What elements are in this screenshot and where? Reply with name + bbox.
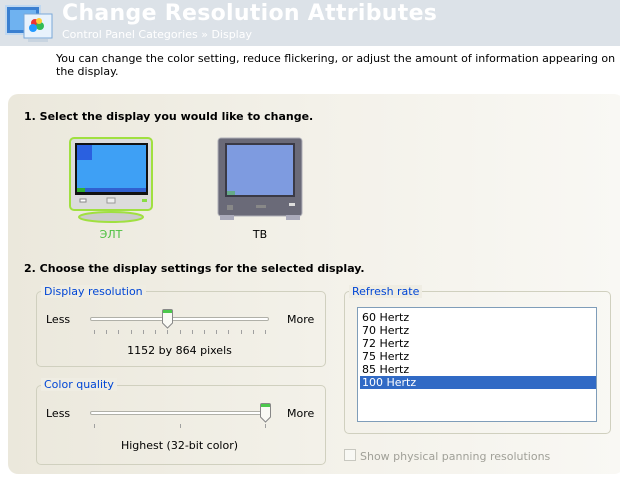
display-tv[interactable] [217,137,303,223]
color-value: Highest (32-bit color) [120,439,239,452]
page-description: You can change the color setting, reduce… [56,52,616,78]
resolution-more-label: More [287,313,315,326]
section1-heading: 1. Select the display you would like to … [24,110,314,123]
slider-tick [240,330,242,334]
header-banner: Change Resolution Attributes Control Pan… [0,0,620,46]
refresh-rate-legend: Refresh rate [349,285,423,298]
slider-tick [167,330,169,334]
display-crt[interactable] [68,137,154,223]
slider-tick [265,330,266,334]
page-title: Change Resolution Attributes [62,1,438,26]
refresh-rate-item[interactable]: 85 Hertz [360,363,596,376]
color-slider-thumb[interactable] [260,403,271,423]
slider-tick [179,424,181,428]
crt-monitor-icon [69,137,153,223]
refresh-rate-item[interactable]: 72 Hertz [360,337,596,350]
panning-checkbox[interactable] [344,449,356,461]
resolution-less-label: Less [46,313,71,326]
resolution-slider-thumb[interactable] [162,309,174,329]
color-more-label: More [287,407,315,420]
section2-heading: 2. Choose the display settings for the s… [24,262,365,275]
color-slider[interactable] [90,411,269,415]
refresh-rate-item[interactable]: 75 Hertz [360,350,596,363]
slider-tick [179,330,181,334]
slider-tick [94,424,95,428]
slider-tick [94,330,95,334]
refresh-rate-item[interactable]: 70 Hertz [360,324,596,337]
slider-tick [203,330,205,334]
resolution-value: 1152 by 864 pixels [127,344,232,357]
refresh-rate-item[interactable]: 60 Hertz [360,311,596,324]
tv-icon [217,137,303,220]
slider-tick [118,330,120,334]
display-resolution-legend: Display resolution [41,285,146,298]
refresh-rate-list[interactable]: 60 Hertz 70 Hertz 72 Hertz 75 Hertz 85 Hertz… [357,307,597,422]
slider-tick [265,424,266,428]
display-tv-label[interactable]: ТВ [217,228,303,241]
resolution-slider[interactable] [90,317,269,321]
panning-label[interactable]: Show physical panning resolutions [360,450,550,463]
slider-tick [191,330,193,334]
display-crt-label[interactable]: ЭЛТ [68,228,154,241]
slider-tick [252,330,254,334]
slider-tick [130,330,132,334]
color-less-label: Less [46,407,71,420]
refresh-rate-item[interactable]: 100 Hertz [360,376,596,389]
slider-tick [142,330,144,334]
color-quality-group [36,385,326,465]
slider-tick [216,330,218,334]
breadcrumb[interactable]: Control Panel Categories » Display [62,28,252,41]
slider-tick [106,330,108,334]
slider-tick [228,330,230,334]
slider-tick [155,330,157,334]
display-settings-icon [5,5,53,42]
color-quality-legend: Color quality [41,378,117,391]
